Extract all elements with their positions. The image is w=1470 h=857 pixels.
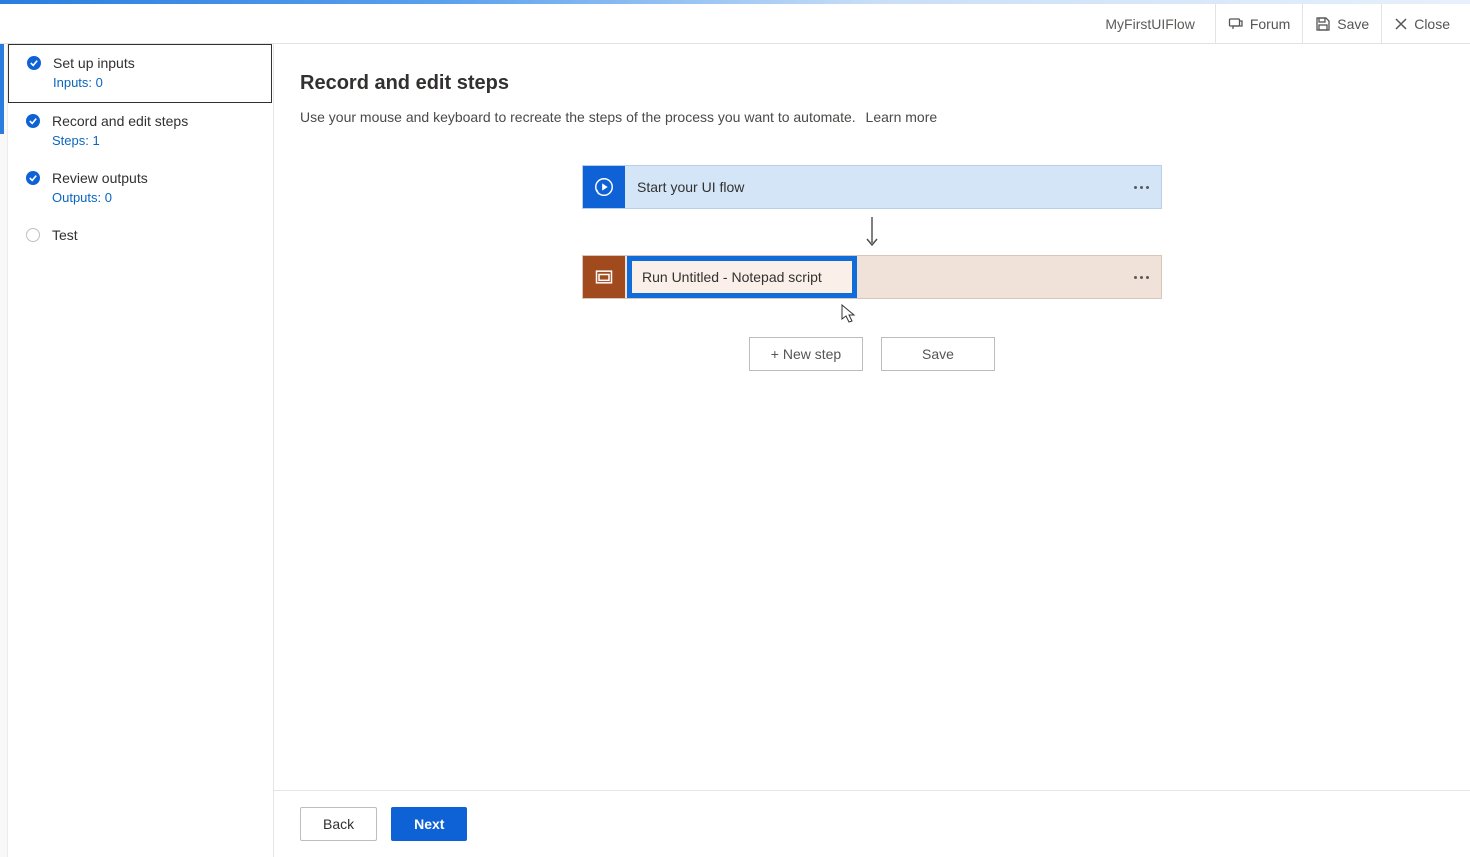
save-icon	[1315, 16, 1331, 32]
header-bar: MyFirstUIFlow Forum Save Close	[0, 4, 1470, 44]
left-gutter	[0, 44, 8, 857]
close-icon	[1394, 17, 1408, 31]
page-description: Use your mouse and keyboard to recreate …	[300, 109, 1444, 125]
canvas-actions: + New step Save	[749, 337, 995, 371]
save-label: Save	[1337, 16, 1369, 32]
script-card-label: Run Untitled - Notepad script	[642, 269, 822, 285]
next-button[interactable]: Next	[391, 807, 467, 841]
flow-name-label: MyFirstUIFlow	[1095, 16, 1204, 32]
close-button[interactable]: Close	[1381, 4, 1462, 44]
forum-label: Forum	[1250, 16, 1290, 32]
page-desc-text: Use your mouse and keyboard to recreate …	[300, 109, 856, 125]
back-button[interactable]: Back	[300, 807, 377, 841]
arrow-down-icon	[863, 215, 881, 249]
flow-canvas: Start your UI flow	[300, 165, 1444, 371]
app-window-icon	[583, 256, 625, 298]
page-title: Record and edit steps	[300, 72, 1444, 95]
main-panel: Record and edit steps Use your mouse and…	[274, 44, 1470, 857]
sidebar-step-title: Review outputs	[52, 170, 148, 186]
sidebar-step-test[interactable]: Test	[8, 217, 273, 255]
start-flow-card[interactable]: Start your UI flow	[582, 165, 1162, 209]
cursor-icon	[841, 304, 857, 324]
save-button[interactable]: Save	[1302, 4, 1381, 44]
footer-bar: Back Next	[274, 790, 1470, 857]
sidebar-step-title: Record and edit steps	[52, 113, 188, 129]
sidebar-step-inputs[interactable]: Set up inputs Inputs: 0	[8, 44, 272, 103]
check-icon	[26, 114, 40, 128]
sidebar-step-record[interactable]: Record and edit steps Steps: 1	[8, 103, 273, 160]
wizard-sidebar: Set up inputs Inputs: 0 Record and edit …	[8, 44, 274, 857]
sidebar-step-sub: Steps: 1	[52, 133, 263, 148]
card-menu-button[interactable]	[1121, 256, 1161, 298]
play-icon	[583, 166, 625, 208]
check-icon	[26, 171, 40, 185]
script-card[interactable]: Run Untitled - Notepad script	[582, 255, 1162, 299]
sidebar-step-outputs[interactable]: Review outputs Outputs: 0	[8, 160, 273, 217]
forum-button[interactable]: Forum	[1215, 4, 1302, 44]
check-icon	[27, 56, 41, 70]
start-flow-label: Start your UI flow	[625, 179, 1121, 195]
card-menu-button[interactable]	[1121, 166, 1161, 208]
highlight-box: Run Untitled - Notepad script	[627, 256, 857, 298]
learn-more-link[interactable]: Learn more	[866, 109, 938, 125]
sidebar-step-sub: Inputs: 0	[53, 75, 261, 90]
sidebar-step-title: Set up inputs	[53, 55, 135, 71]
sidebar-step-title: Test	[52, 227, 78, 243]
circle-icon	[26, 228, 40, 242]
close-label: Close	[1414, 16, 1450, 32]
forum-icon	[1228, 16, 1244, 32]
sidebar-step-sub: Outputs: 0	[52, 190, 263, 205]
new-step-button[interactable]: + New step	[749, 337, 863, 371]
canvas-save-button[interactable]: Save	[881, 337, 995, 371]
